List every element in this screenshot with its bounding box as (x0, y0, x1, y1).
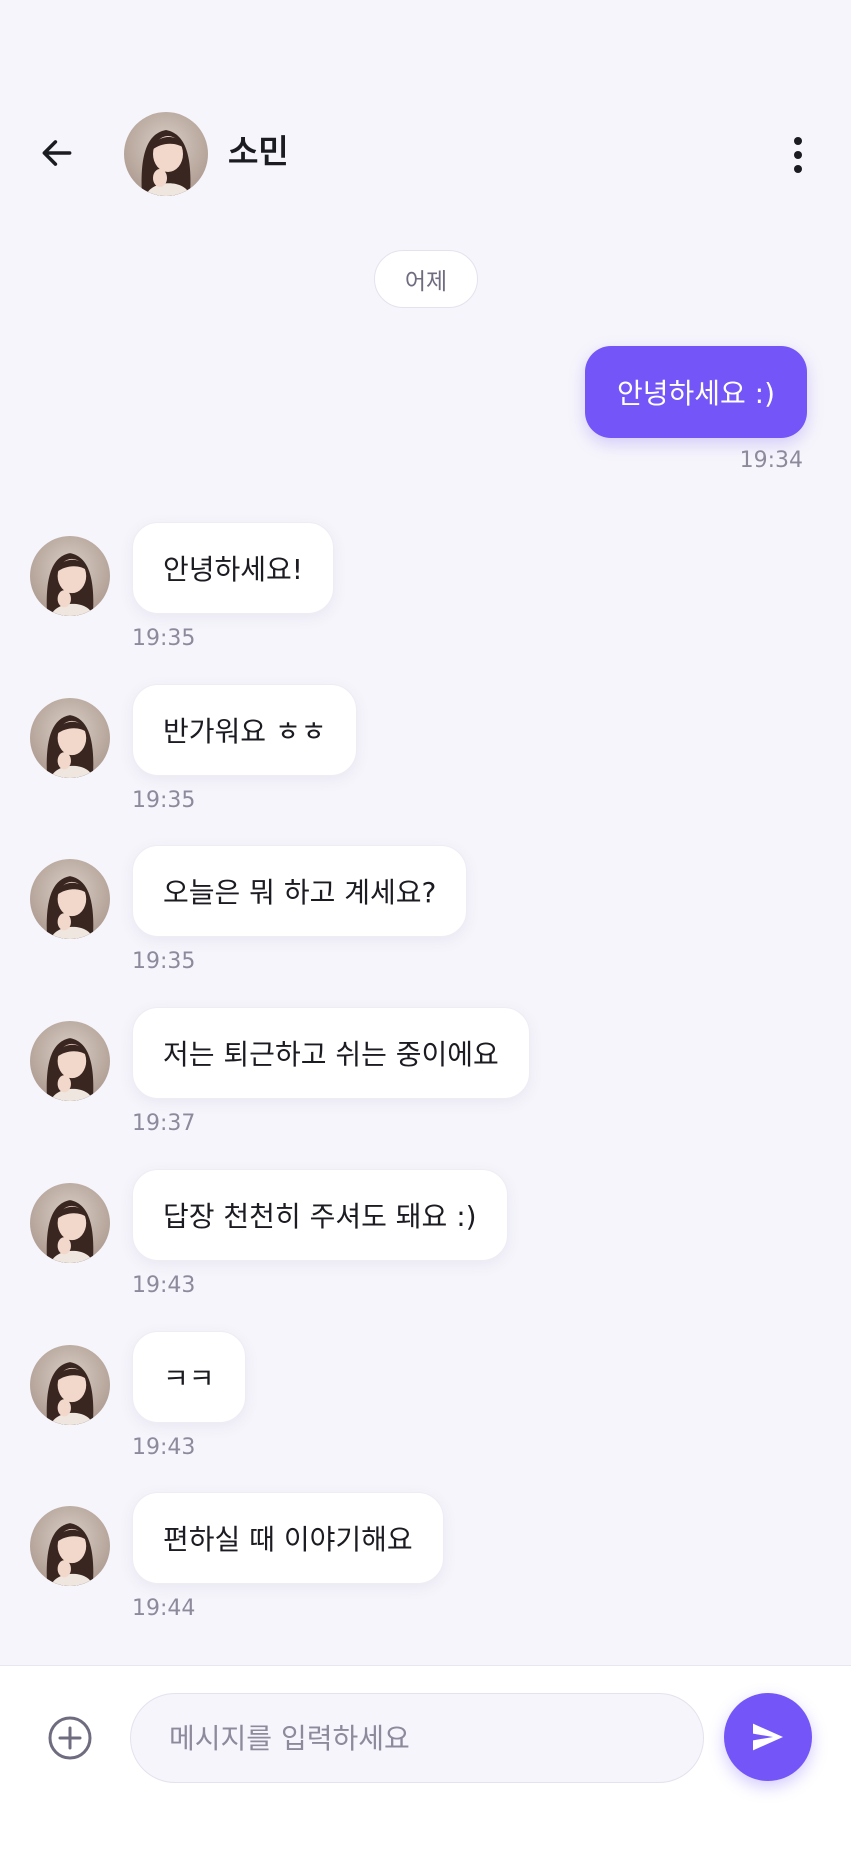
message-bubble[interactable]: 안녕하세요! (132, 522, 335, 614)
received-message: 답장 천천히 주셔도 돼요 :) 19:43 (0, 1169, 851, 1309)
message-time: 19:37 (132, 1111, 196, 1136)
message-input[interactable] (130, 1693, 704, 1783)
sender-avatar[interactable] (30, 1506, 110, 1586)
received-message: ㅋㅋ 19:43 (0, 1331, 851, 1471)
sender-avatar[interactable] (30, 1021, 110, 1101)
plus-circle-icon (48, 1716, 92, 1760)
received-message: 오늘은 뭐 하고 계세요? 19:35 (0, 845, 851, 985)
arrow-left-icon (42, 140, 72, 166)
received-message: 편하실 때 이야기해요 19:44 (0, 1492, 851, 1632)
sender-avatar[interactable] (30, 698, 110, 778)
sender-avatar[interactable] (30, 1183, 110, 1263)
sent-message-time: 19:34 (739, 448, 803, 473)
message-bubble[interactable]: 반가워요 ㅎㅎ (132, 684, 358, 776)
more-options-button[interactable] (780, 130, 816, 180)
message-time: 19:43 (132, 1273, 196, 1298)
send-button[interactable] (724, 1693, 812, 1781)
message-bubble[interactable]: ㅋㅋ (132, 1331, 246, 1423)
message-time: 19:35 (132, 626, 196, 651)
message-composer (0, 1665, 851, 1849)
sender-avatar[interactable] (30, 536, 110, 616)
received-message: 반가워요 ㅎㅎ 19:35 (0, 684, 851, 824)
message-time: 19:35 (132, 788, 196, 813)
message-time: 19:43 (132, 1435, 196, 1460)
contact-avatar[interactable] (124, 112, 208, 196)
chat-header: 소민 (0, 0, 851, 230)
message-bubble[interactable]: 편하실 때 이야기해요 (132, 1492, 444, 1584)
attach-button[interactable] (46, 1714, 94, 1762)
message-bubble[interactable]: 오늘은 뭐 하고 계세요? (132, 845, 468, 937)
message-bubble[interactable]: 답장 천천히 주셔도 돼요 :) (132, 1169, 508, 1261)
message-bubble[interactable]: 저는 퇴근하고 쉬는 중이에요 (132, 1007, 530, 1099)
send-icon (753, 1723, 783, 1751)
message-time: 19:35 (132, 949, 196, 974)
sender-avatar[interactable] (30, 859, 110, 939)
message-time: 19:44 (132, 1596, 196, 1621)
received-message: 안녕하세요! 19:35 (0, 522, 851, 662)
date-divider: 어제 (374, 250, 478, 308)
back-button[interactable] (32, 128, 82, 178)
sender-avatar[interactable] (30, 1345, 110, 1425)
contact-name: 소민 (228, 132, 289, 171)
sent-message-bubble[interactable]: 안녕하세요 :) (584, 346, 807, 438)
more-vertical-icon (794, 137, 802, 145)
received-message: 저는 퇴근하고 쉬는 중이에요 19:37 (0, 1007, 851, 1147)
